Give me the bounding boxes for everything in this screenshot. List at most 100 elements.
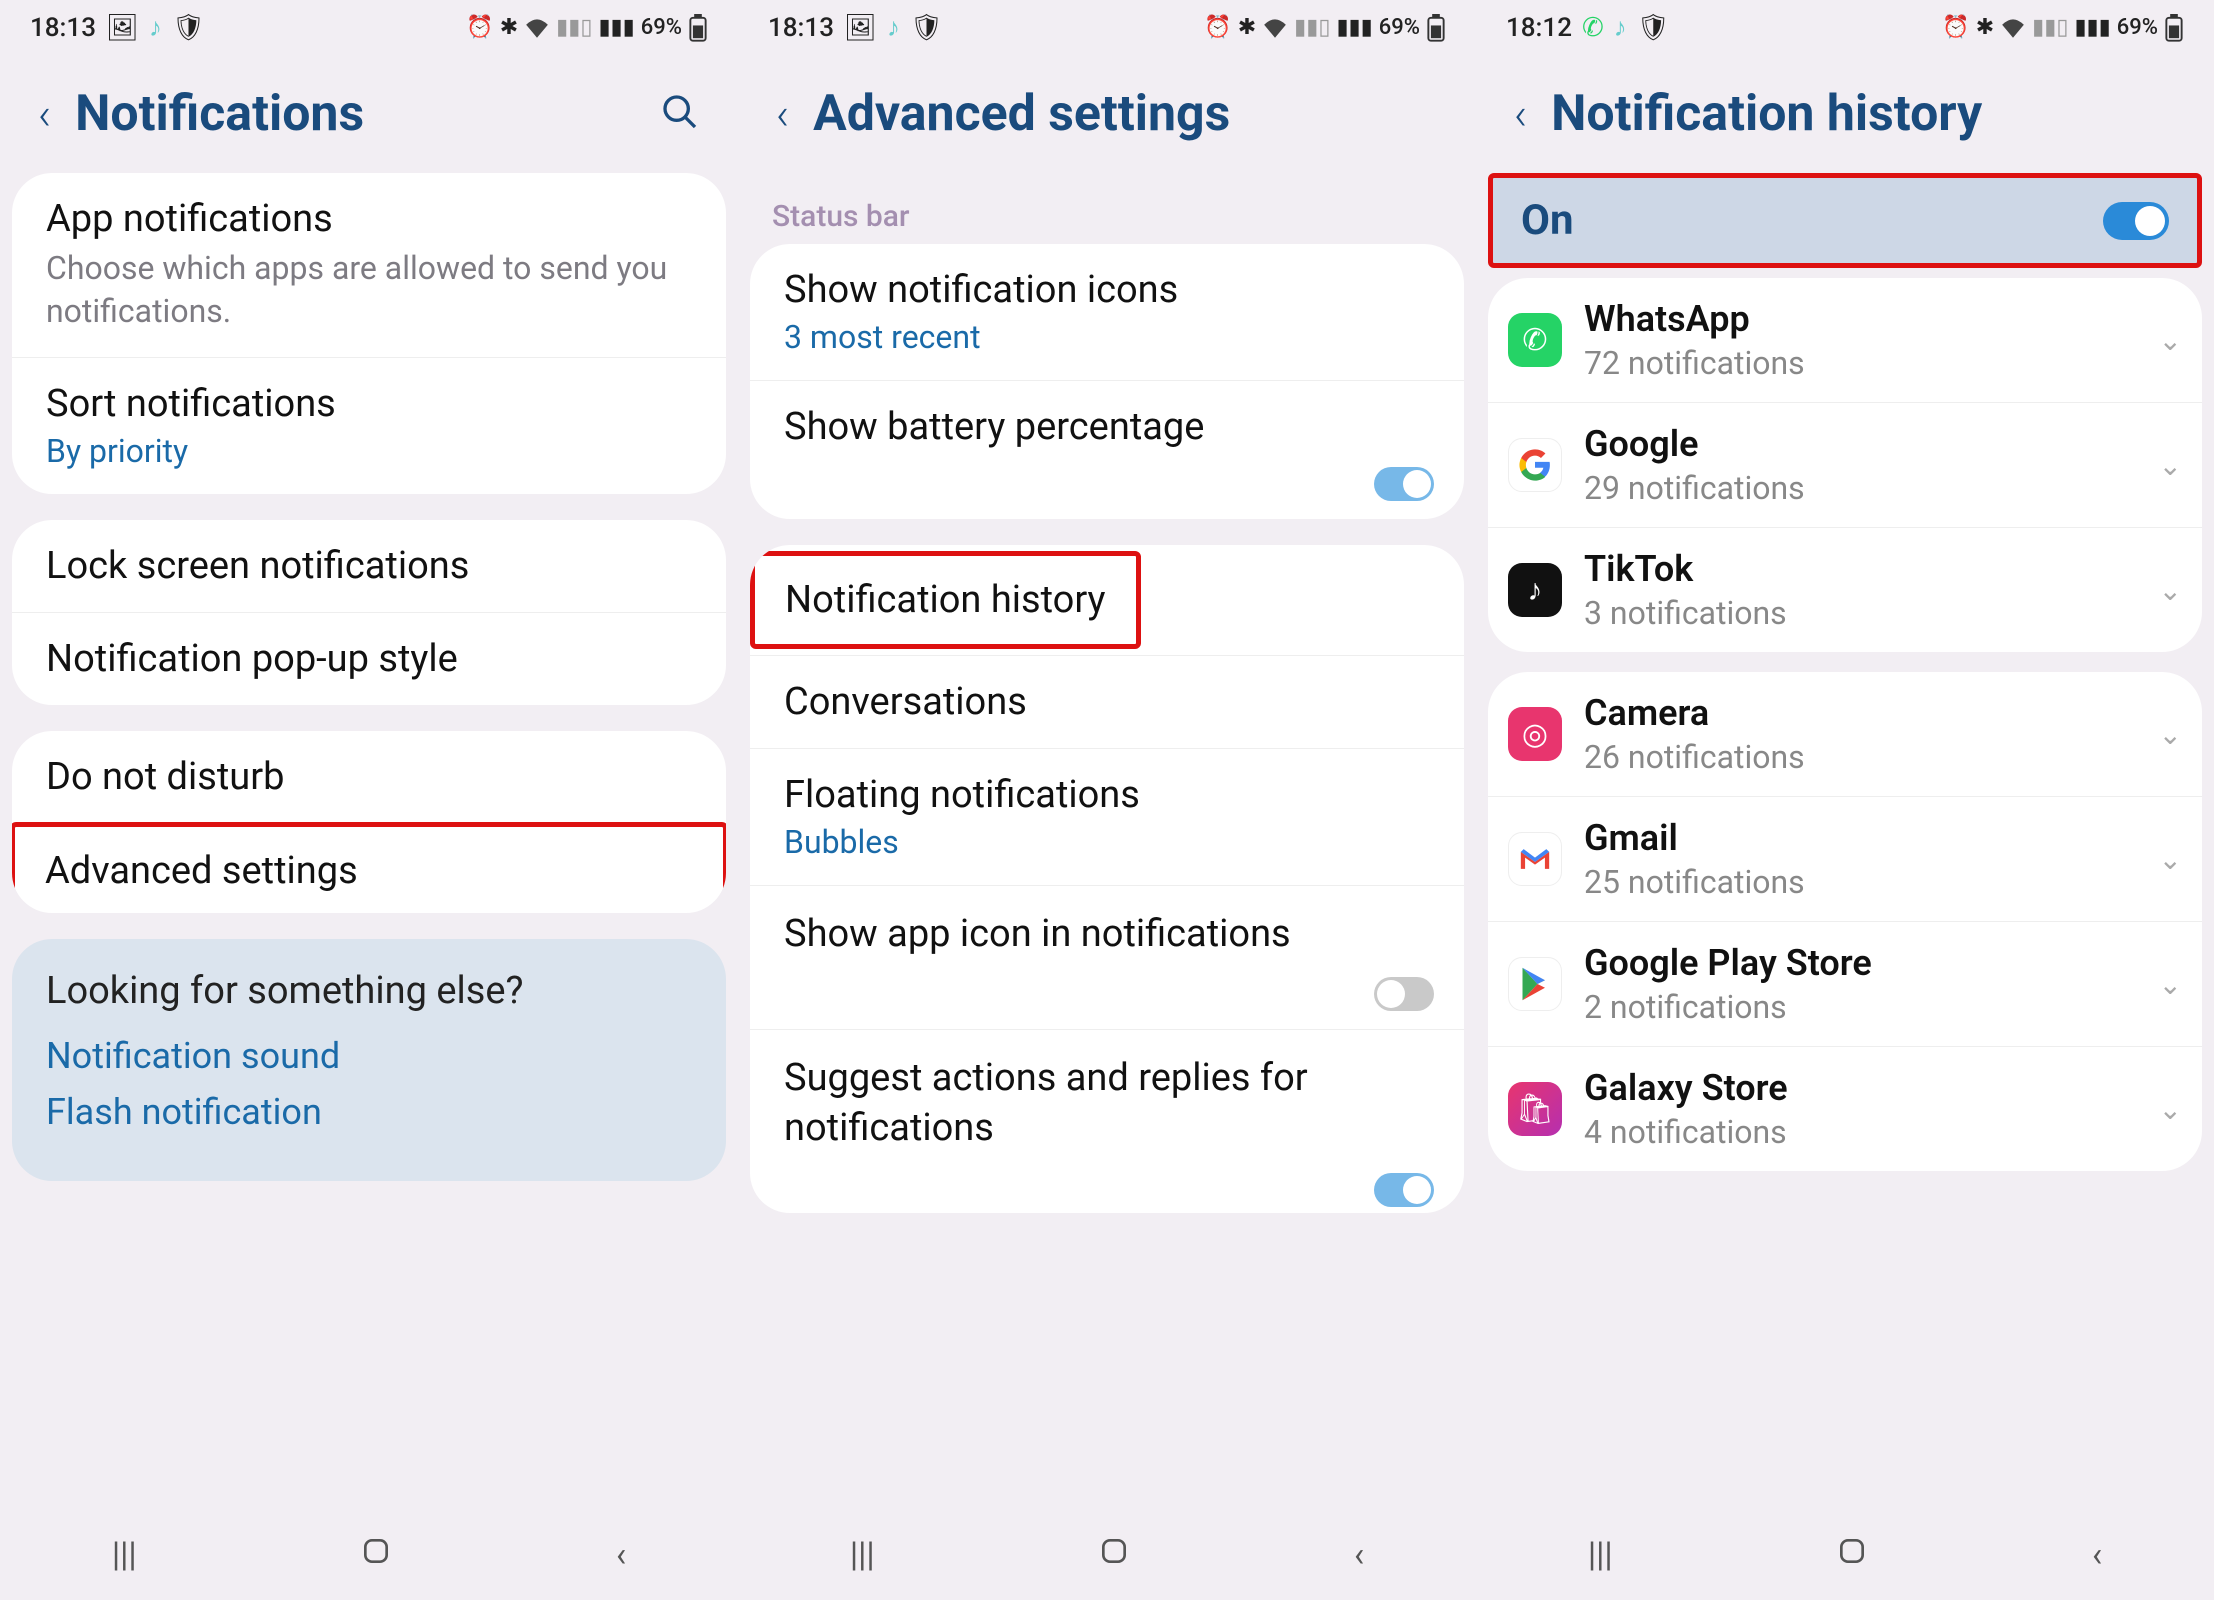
shield-icon: 🛡 — [172, 13, 205, 43]
back-icon[interactable]: ‹ — [38, 92, 51, 136]
row-history-toggle[interactable]: On — [1488, 173, 2202, 268]
status-bar: 18:13 🖼 ♪ 🛡 ⏰ ✱ ▮▮▯ ▮▮▮ 69% — [0, 0, 738, 55]
back-button[interactable]: ‹ — [616, 1535, 626, 1575]
battery-icon — [1426, 14, 1446, 42]
wifi-icon — [2000, 18, 2026, 38]
row-advanced-settings[interactable]: Advanced settings — [12, 822, 726, 913]
chevron-down-icon: ⌄ — [2159, 1093, 2182, 1126]
app-name: Google — [1584, 423, 2137, 465]
app-row-whatsapp[interactable]: ✆ WhatsApp 72 notifications ⌄ — [1488, 278, 2202, 403]
app-row-camera[interactable]: ◎ Camera 26 notifications ⌄ — [1488, 672, 2202, 797]
row-title: Do not disturb — [46, 755, 692, 799]
image-icon: 🖼 — [844, 13, 877, 43]
tiktok-status-icon: ♪ — [149, 12, 162, 43]
recents-button[interactable]: ||| — [1588, 1535, 1613, 1575]
shield-icon: 🛡 — [1637, 13, 1670, 43]
row-title: Suggest actions and replies for notifica… — [784, 1054, 1430, 1153]
card-apps-group1: ✆ WhatsApp 72 notifications ⌄ Google 29 … — [1488, 278, 2202, 652]
row-sort-notifications[interactable]: Sort notifications By priority — [12, 358, 726, 494]
row-title: Notification pop-up style — [46, 637, 692, 681]
back-icon[interactable]: ‹ — [1514, 92, 1527, 136]
app-row-gmail[interactable]: Gmail 25 notifications ⌄ — [1488, 797, 2202, 922]
row-title: Lock screen notifications — [46, 544, 692, 588]
gmail-icon — [1508, 832, 1562, 886]
bluetooth-icon: ✱ — [500, 15, 518, 40]
link-notification-sound[interactable]: Notification sound — [46, 1035, 692, 1077]
home-button[interactable] — [1836, 1535, 1868, 1576]
card-dnd-advanced: Do not disturb Advanced settings — [12, 731, 726, 913]
battery-pct: 69% — [2117, 15, 2158, 40]
back-icon[interactable]: ‹ — [776, 92, 789, 136]
app-row-play-store[interactable]: Google Play Store 2 notifications ⌄ — [1488, 922, 2202, 1047]
app-name: Gmail — [1584, 817, 2137, 859]
link-flash-notification[interactable]: Flash notification — [46, 1091, 692, 1133]
home-button[interactable] — [1098, 1535, 1130, 1576]
app-name: Galaxy Store — [1584, 1067, 2137, 1109]
row-notification-history[interactable]: Notification history — [750, 545, 1464, 656]
app-count: 29 notifications — [1584, 469, 2137, 507]
row-suggest-actions[interactable]: Suggest actions and replies for notifica… — [750, 1030, 1464, 1213]
back-button[interactable]: ‹ — [2092, 1535, 2102, 1575]
google-icon — [1508, 438, 1562, 492]
app-name: Camera — [1584, 692, 2137, 734]
row-title: Floating notifications — [784, 773, 1430, 817]
row-show-battery-pct[interactable]: Show battery percentage — [750, 381, 1464, 519]
row-app-notifications[interactable]: App notifications Choose which apps are … — [12, 173, 726, 358]
app-count: 4 notifications — [1584, 1113, 2137, 1151]
android-navbar: ||| ‹ — [0, 1510, 738, 1600]
app-count: 26 notifications — [1584, 738, 2137, 776]
app-name: TikTok — [1584, 548, 2137, 590]
row-title: Notification history — [785, 578, 1106, 622]
status-bar: 18:13 🖼 ♪ 🛡 ⏰ ✱ ▮▮▯ ▮▮▮ 69% — [738, 0, 1476, 55]
card-status-bar: Show notification icons 3 most recent Sh… — [750, 244, 1464, 519]
app-count: 72 notifications — [1584, 344, 2137, 382]
app-row-galaxy-store[interactable]: 🛍 Galaxy Store 4 notifications ⌄ — [1488, 1047, 2202, 1171]
card-apps-group2: ◎ Camera 26 notifications ⌄ Gmail 25 not… — [1488, 672, 2202, 1171]
toggle-battery-pct[interactable] — [1374, 467, 1434, 501]
home-button[interactable] — [360, 1535, 392, 1576]
toggle-history-on[interactable] — [2103, 202, 2169, 240]
battery-pct: 69% — [641, 15, 682, 40]
row-floating-notifications[interactable]: Floating notifications Bubbles — [750, 749, 1464, 886]
phone-advanced-settings: 18:13 🖼 ♪ 🛡 ⏰ ✱ ▮▮▯ ▮▮▮ 69% ‹ Advanced s… — [738, 0, 1476, 1600]
search-icon[interactable] — [660, 92, 700, 136]
status-time: 18:12 — [1506, 13, 1572, 43]
app-row-tiktok[interactable]: ♪ TikTok 3 notifications ⌄ — [1488, 528, 2202, 652]
phone-notifications: 18:13 🖼 ♪ 🛡 ⏰ ✱ ▮▮▯ ▮▮▮ 69% ‹ Notificati… — [0, 0, 738, 1600]
row-show-app-icon[interactable]: Show app icon in notifications — [750, 886, 1464, 1030]
whatsapp-icon: ✆ — [1508, 313, 1562, 367]
bluetooth-icon: ✱ — [1976, 15, 1994, 40]
app-name: Google Play Store — [1584, 942, 2137, 984]
battery-icon — [688, 14, 708, 42]
android-navbar: ||| ‹ — [1476, 1510, 2214, 1600]
alarm-icon: ⏰ — [466, 15, 493, 40]
row-title: Show battery percentage — [784, 405, 1430, 449]
battery-pct: 69% — [1379, 15, 1420, 40]
row-sub: Bubbles — [784, 823, 1430, 861]
app-count: 2 notifications — [1584, 988, 2137, 1026]
chevron-down-icon: ⌄ — [2159, 449, 2182, 482]
play-store-icon — [1508, 957, 1562, 1011]
back-button[interactable]: ‹ — [1354, 1535, 1364, 1575]
row-do-not-disturb[interactable]: Do not disturb — [12, 731, 726, 824]
page-header: ‹ Notifications — [0, 55, 738, 173]
galaxy-store-icon: 🛍 — [1508, 1082, 1562, 1136]
status-time: 18:13 — [30, 13, 96, 43]
wifi-icon — [524, 18, 550, 38]
toggle-show-app-icon[interactable] — [1374, 977, 1434, 1011]
row-title: Sort notifications — [46, 382, 692, 426]
battery-icon — [2164, 14, 2184, 42]
toggle-suggest-actions[interactable] — [1374, 1173, 1434, 1207]
signal-icon: ▮▮▯ — [1294, 15, 1330, 40]
row-lock-screen[interactable]: Lock screen notifications — [12, 520, 726, 613]
signal-icon: ▮▮▯ — [2032, 15, 2068, 40]
footer-title: Looking for something else? — [46, 969, 692, 1013]
row-show-notification-icons[interactable]: Show notification icons 3 most recent — [750, 244, 1464, 381]
recents-button[interactable]: ||| — [112, 1535, 137, 1575]
row-title: Conversations — [784, 680, 1430, 724]
app-row-google[interactable]: Google 29 notifications ⌄ — [1488, 403, 2202, 528]
recents-button[interactable]: ||| — [850, 1535, 875, 1575]
row-conversations[interactable]: Conversations — [750, 656, 1464, 749]
chevron-down-icon: ⌄ — [2159, 324, 2182, 357]
row-popup-style[interactable]: Notification pop-up style — [12, 613, 726, 705]
